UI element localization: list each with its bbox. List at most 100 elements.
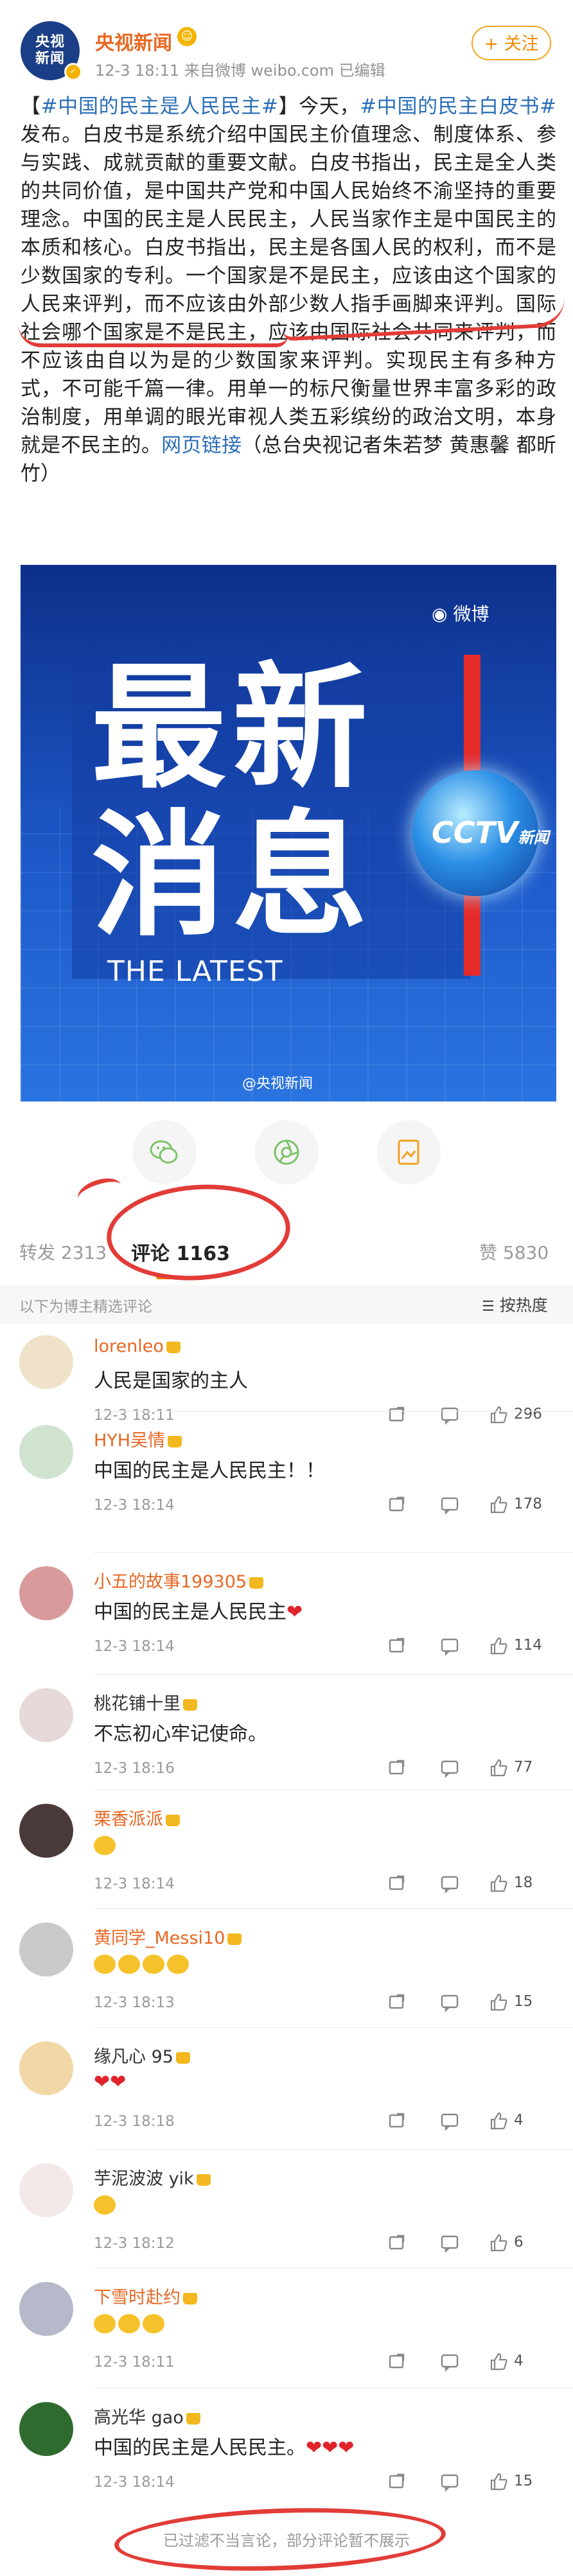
comment-button[interactable] [439,1873,460,1896]
emoji-icon [143,1954,164,1974]
repost-button[interactable] [387,1992,407,2015]
follow-button[interactable]: + 关注 [472,26,551,60]
commenter-avatar[interactable] [19,1335,73,1389]
like-count: 296 [514,1406,542,1422]
comment-text: 不忘初心牢记使命。 [94,1723,267,1745]
fan-crown-icon [196,2174,211,2186]
repost-icon [389,2473,405,2489]
fan-crown-icon [166,1341,181,1353]
repost-button[interactable] [387,2471,407,2494]
like-thumb-icon [490,1759,507,1777]
tab-repost[interactable]: 转发 2313 [19,1239,107,1265]
moments-share-button[interactable] [254,1120,319,1184]
divider [94,2149,573,2150]
like-thumb-icon [490,2112,507,2130]
comment-time: 12-3 18:14 [94,1638,175,1655]
comment-text: 中国的民主是人民民主❤ [94,1601,303,1623]
like-thumb-button[interactable] [488,2471,509,2494]
divider [94,1908,573,1909]
post-link[interactable]: #中国的民主是人民民主# [41,95,278,118]
commenter-avatar[interactable] [19,2282,73,2336]
repost-icon [389,1759,405,1775]
sort-icon: ☰ [482,1299,495,1315]
commenter-avatar[interactable] [19,1566,73,1620]
comment-button[interactable] [439,1405,460,1428]
repost-button[interactable] [387,2111,407,2134]
comment-button[interactable] [439,1494,460,1517]
like-thumb-button[interactable] [488,1494,509,1517]
commenter-avatar[interactable] [19,1923,73,1976]
annotation-oval [113,2503,447,2576]
heart-emoji-icon: ❤ [338,2437,355,2459]
like-thumb-button[interactable] [488,1758,509,1781]
post-link[interactable]: 网页链接 [161,434,242,457]
like-thumb-button[interactable] [488,1636,509,1659]
post-text-span: 发布。白皮书是系统介绍中国民主价值理念、制度体系、参与实践、成就贡献的重要文献。… [21,123,556,457]
comment-time: 12-3 18:11 [94,1407,175,1424]
heart-emoji-icon: ❤ [286,1601,303,1623]
comment-button[interactable] [439,1758,460,1781]
commenter-name[interactable]: lorenleo [94,1336,181,1356]
tab-likes[interactable]: 赞 5830 [479,1239,549,1265]
post-link[interactable]: #中国的民主白皮书# [360,95,556,118]
like-thumb-button[interactable] [488,1873,509,1896]
author-name[interactable]: 央视新闻 [95,27,172,55]
commenter-name[interactable]: 小五的故事199305 [94,1568,264,1593]
post-text-span: 【 [21,95,41,118]
like-thumb-icon [490,1406,507,1424]
repost-button[interactable] [387,1405,407,1428]
comment-button[interactable] [439,1992,460,2015]
commenter-avatar[interactable] [19,2402,73,2456]
commenter-avatar[interactable] [19,1688,73,1742]
like-thumb-button[interactable] [488,2233,509,2256]
like-count: 114 [514,1637,542,1654]
like-thumb-icon [490,1637,507,1655]
sort-button[interactable]: ☰ 按热度 [482,1293,548,1316]
comment-time: 12-3 18:16 [94,1760,175,1777]
commenter-name[interactable]: HYH吴情 [94,1426,182,1451]
emoji-icon [94,1954,116,1974]
repost-button[interactable] [387,1636,407,1659]
camera-shutter-icon [274,1139,299,1165]
commenter-name[interactable]: 缘凡心 95 [94,2043,190,2068]
weibo-watermark: ◉ 微博 [432,603,489,625]
post-image[interactable]: ◉ 微博 最新 消息 THE LATEST CCTV新闻 @央视新闻 [21,565,556,1102]
comment-button[interactable] [439,1636,460,1659]
like-thumb-button[interactable] [488,1405,509,1428]
image-headline-line2: 消息 [91,797,375,955]
wechat-share-button[interactable] [132,1120,197,1184]
comment-icon [441,1994,459,2012]
commenter-avatar[interactable] [19,1804,73,1858]
commenter-name[interactable]: 高光华 gao [94,2403,200,2428]
repost-button[interactable] [387,1873,407,1896]
comment-button[interactable] [439,2233,460,2256]
comment-button[interactable] [439,2351,460,2374]
repost-button[interactable] [387,2351,407,2374]
divider [94,1411,573,1412]
commenter-name[interactable]: 黄同学_Messi10 [94,1924,242,1949]
heart-emoji-icon: ❤ [94,2071,110,2093]
commenter-name[interactable]: 栗香派派 [94,1805,180,1830]
annotation-circle [103,1179,294,1286]
commenter-avatar[interactable] [19,2163,73,2217]
repost-button[interactable] [387,1758,407,1781]
commenter-avatar[interactable] [19,2041,73,2095]
like-count: 18 [514,1874,533,1891]
repost-button[interactable] [387,2233,407,2256]
like-thumb-button[interactable] [488,2351,509,2374]
emoji-icon [94,2313,116,2333]
verified-icon: ✓ [64,63,82,81]
comment-time: 12-3 18:14 [94,1497,175,1514]
like-thumb-button[interactable] [488,1992,509,2015]
save-image-button[interactable] [376,1120,441,1184]
commenter-avatar[interactable] [19,1425,73,1479]
emoji-icon [94,2195,116,2215]
commenter-name[interactable]: 桃花铺十里 [94,1690,197,1715]
like-thumb-button[interactable] [488,2111,509,2134]
repost-button[interactable] [387,1494,407,1517]
commenter-name[interactable]: 芋泥波波 yik [94,2165,211,2190]
comment-button[interactable] [439,2471,460,2494]
comment-button[interactable] [439,2111,460,2134]
comment-icon [441,2235,459,2253]
commenter-name[interactable]: 下雪时赴约 [94,2283,197,2308]
